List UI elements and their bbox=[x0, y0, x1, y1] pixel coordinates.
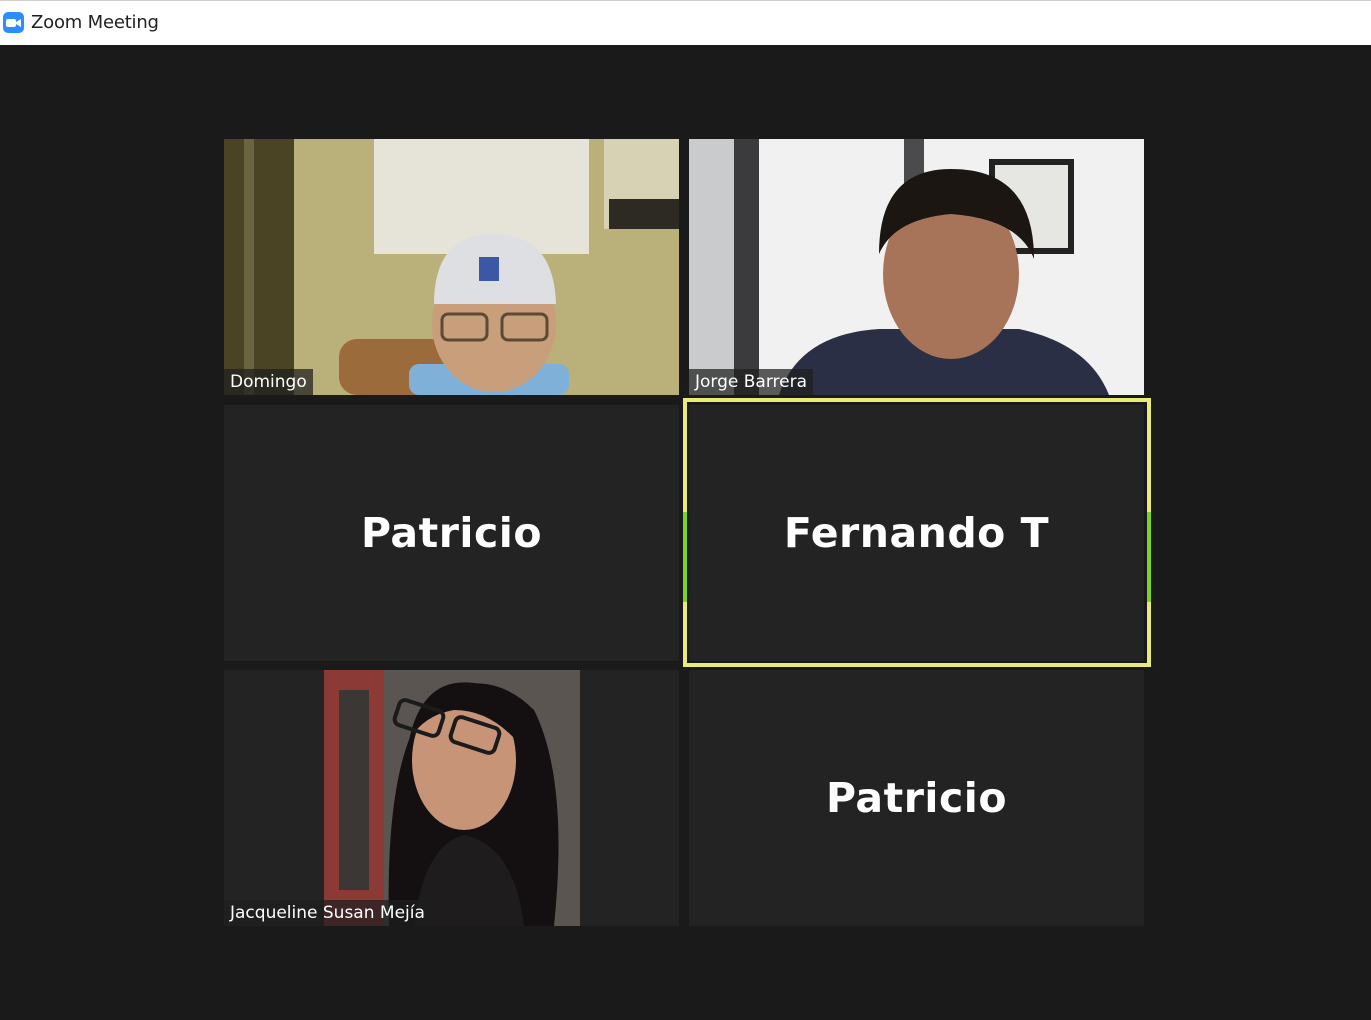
participant-tile-fernando-t[interactable]: Fernando T bbox=[689, 405, 1144, 661]
participant-display-name: Patricio bbox=[360, 509, 542, 557]
participant-video bbox=[224, 139, 679, 395]
gallery-view: Domingo Jorge Barrera Patricio Fernando … bbox=[0, 45, 1371, 1020]
participant-tile-jorge-barrera[interactable]: Jorge Barrera bbox=[689, 139, 1144, 395]
participant-tile-patricio[interactable]: Patricio bbox=[224, 405, 679, 661]
participant-tile-patricio-2[interactable]: Patricio bbox=[689, 670, 1144, 926]
participant-tile-jacqueline-susan-mejia[interactable]: Jacqueline Susan Mejía bbox=[224, 670, 679, 926]
participant-name-label: Jorge Barrera bbox=[689, 369, 814, 395]
participant-name-label: Jacqueline Susan Mejía bbox=[224, 900, 431, 926]
participant-display-name: Fernando T bbox=[783, 509, 1050, 557]
participant-video bbox=[224, 670, 679, 926]
participant-tile-domingo[interactable]: Domingo bbox=[224, 139, 679, 395]
window-title: Zoom Meeting bbox=[31, 12, 159, 33]
participant-video bbox=[689, 139, 1144, 395]
participant-name-label: Domingo bbox=[224, 369, 313, 395]
participant-display-name: Patricio bbox=[825, 774, 1007, 822]
zoom-camera-icon bbox=[3, 12, 24, 33]
title-bar: Zoom Meeting bbox=[0, 0, 1371, 45]
